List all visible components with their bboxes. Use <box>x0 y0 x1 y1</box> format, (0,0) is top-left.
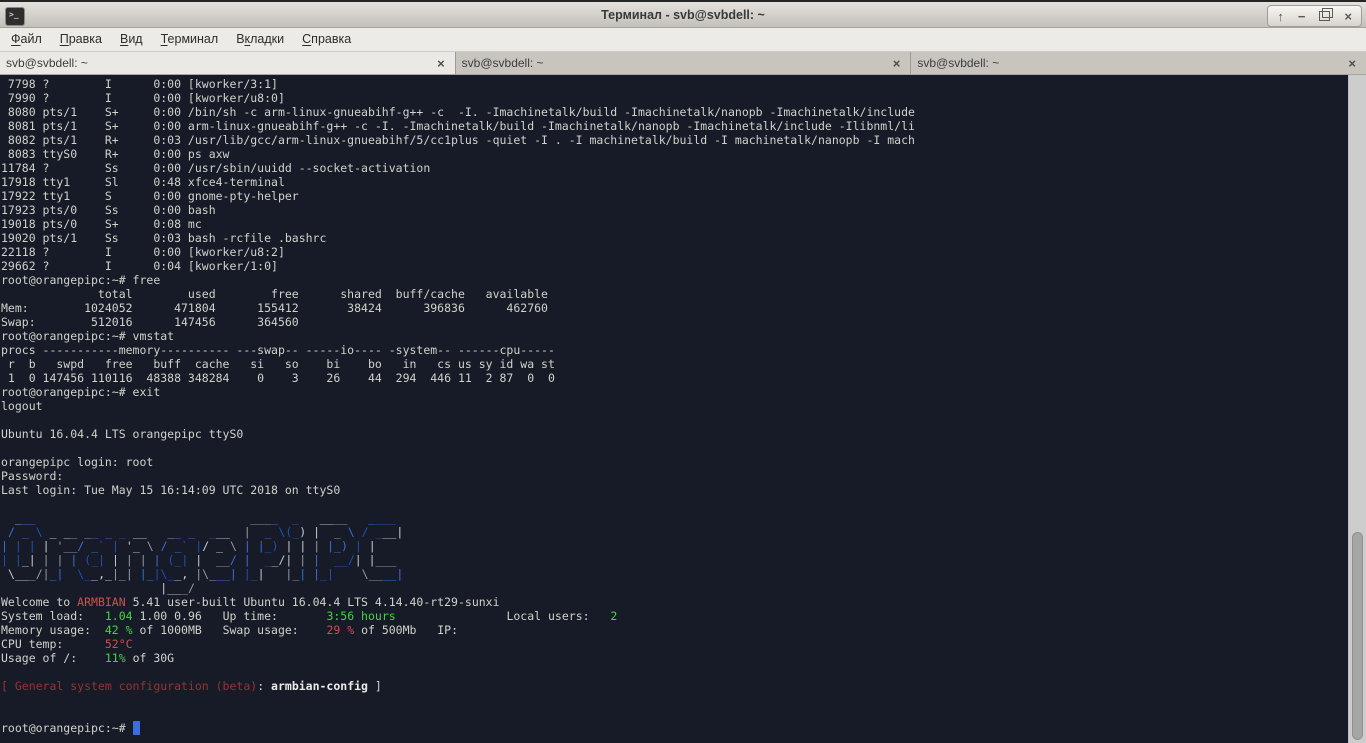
terminal-line: Usage of /: 11% of 30G <box>1 651 175 665</box>
tab-1[interactable]: svb@svbdell: ~ × <box>0 52 456 74</box>
menu-item-edit[interactable]: Правка <box>51 28 111 46</box>
terminal-line: root@orangepipc:~# free <box>1 273 161 287</box>
terminal-line: orangepipc login: root <box>1 455 154 469</box>
scrollbar-thumb[interactable] <box>1352 532 1363 740</box>
terminal-line: 19018 pts/0 S+ 0:08 mc <box>1 217 202 231</box>
terminal-line: procs -----------memory---------- ---swa… <box>1 343 555 357</box>
ascii-art-line: | |_| | | | (_| | | | | (_| | __/ | __/|… <box>1 553 397 567</box>
terminal-screen[interactable]: 7798 ? I 0:00 [kworker/3:1] 7990 ? I 0:0… <box>0 75 1366 743</box>
title-bar[interactable]: >_ Терминал - svb@svbdell: ~ ↑ − × <box>0 0 1366 28</box>
minimize-button[interactable]: − <box>1298 10 1306 23</box>
tab-close-icon[interactable]: × <box>1348 57 1356 70</box>
terminal-line: 8080 pts/1 S+ 0:00 /bin/sh -c arm-linux-… <box>1 105 915 119</box>
scrollbar[interactable] <box>1348 75 1366 743</box>
shade-button[interactable]: ↑ <box>1277 10 1284 23</box>
terminal-line: Last login: Tue May 15 16:14:09 UTC 2018… <box>1 483 341 497</box>
terminal-line: 29662 ? I 0:04 [kworker/1:0] <box>1 259 278 273</box>
terminal-line: Password: <box>1 469 64 483</box>
menu-item-tabs[interactable]: Вкладки <box>227 28 293 46</box>
tab-label: svb@svbdell: ~ <box>6 56 88 70</box>
terminal-line: 7990 ? I 0:00 [kworker/u8:0] <box>1 91 285 105</box>
terminal-line: root@orangepipc:~# exit <box>1 385 161 399</box>
terminal-line: System load: 1.04 1.00 0.96 Up time: 3:5… <box>1 609 618 623</box>
terminal-cursor <box>132 721 140 735</box>
terminal-line: 11784 ? Ss 0:00 /usr/sbin/uuidd --socket… <box>1 161 431 175</box>
terminal-line: root@orangepipc:~# vmstat <box>1 329 175 343</box>
menu-item-terminal[interactable]: Терминал <box>152 28 228 46</box>
terminal-line: logout <box>1 399 43 413</box>
menu-item-view[interactable]: Вид <box>111 28 152 46</box>
terminal-line: r b swpd free buff cache si so bi bo in … <box>1 357 555 371</box>
terminal-line: CPU temp: 52°C <box>1 637 133 651</box>
ascii-art-line: ___ ____ _ ____ ____ <box>14 511 396 525</box>
terminal-line: 17923 pts/0 Ss 0:00 bash <box>1 203 216 217</box>
terminal-line: 8081 pts/1 S+ 0:00 arm-linux-gnueabihf-g… <box>1 119 915 133</box>
menu-item-file[interactable]: Файл <box>2 28 51 46</box>
menu-item-help[interactable]: Справка <box>293 28 360 46</box>
ascii-art-line: \___/|_| \__,_|_| |_|\__, |\___| |_| |_|… <box>7 567 404 581</box>
terminal-line: 17918 tty1 Sl 0:48 xfce4-terminal <box>1 175 285 189</box>
tab-2[interactable]: svb@svbdell: ~ × <box>455 52 912 74</box>
ascii-art-line: |___/ <box>160 581 195 595</box>
terminal-line: Welcome to ARMBIAN 5.41 user-built Ubunt… <box>1 595 500 609</box>
terminal-line: 7798 ? I 0:00 [kworker/3:1] <box>1 77 278 91</box>
terminal-line: total used free shared buff/cache availa… <box>1 287 548 301</box>
tab-bar: svb@svbdell: ~ × svb@svbdell: ~ × svb@svbdel… <box>0 52 1366 75</box>
tab-close-icon[interactable]: × <box>893 57 901 70</box>
terminal-output: 7798 ? I 0:00 [kworker/3:1] 7990 ? I 0:0… <box>1 77 1348 735</box>
terminal-line: root@orangepipc:~# <box>1 721 1348 735</box>
window-controls: ↑ − × <box>1267 5 1362 27</box>
terminal-line: Mem: 1024052 471804 155412 38424 396836 … <box>1 301 548 315</box>
ascii-art-line: / _ \ _ __ __ _ _ __ __ _ ___ | _ \(_) |… <box>7 525 404 539</box>
menu-bar: Файл Правка Вид Терминал Вкладки Справка <box>0 28 1366 52</box>
window-title: Терминал - svb@svbdell: ~ <box>601 8 765 22</box>
terminal-line: 1 0 147456 110116 48388 348284 0 3 26 44… <box>1 371 555 385</box>
terminal-line: [ General system configuration (beta): a… <box>1 679 382 693</box>
maximize-button[interactable] <box>1319 8 1334 23</box>
tab-close-icon[interactable]: × <box>437 57 445 70</box>
terminal-line: Memory usage: 42 % of 1000MB Swap usage:… <box>1 623 458 637</box>
terminal-line: Ubuntu 16.04.4 LTS orangepipc ttyS0 <box>1 427 244 441</box>
terminal-line: 8083 ttyS0 R+ 0:00 ps axw <box>1 147 230 161</box>
tab-label: svb@svbdell: ~ <box>917 56 1000 70</box>
maximize-icon <box>1319 8 1334 21</box>
terminal-line: 17922 tty1 S 0:00 gnome-pty-helper <box>1 189 299 203</box>
terminal-line: Swap: 512016 147456 364560 <box>1 315 299 329</box>
close-button[interactable]: × <box>1344 10 1352 23</box>
terminal-line: 22118 ? I 0:00 [kworker/u8:2] <box>1 245 285 259</box>
tab-3[interactable]: svb@svbdell: ~ × <box>911 52 1366 74</box>
tab-label: svb@svbdell: ~ <box>461 56 544 70</box>
terminal-line: 8082 pts/1 R+ 0:03 /usr/lib/gcc/arm-linu… <box>1 133 915 147</box>
ascii-art-line: | | | | '__/ _` | '_ \ / _` |/ _ \ | |_)… <box>1 539 376 553</box>
terminal-line: 19020 pts/1 Ss 0:03 bash -rcfile .bashrc <box>1 231 327 245</box>
